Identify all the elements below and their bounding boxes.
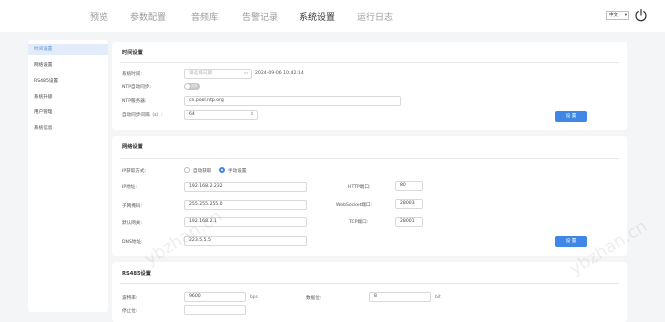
rs485-settings-panel: RS485设置 波特率: 9600 bps 数据位: 8 bit 停止位: [112,262,627,322]
ntp-server-input[interactable]: cn.pool.ntp.org [184,96,401,106]
baud-unit: bps [250,295,258,300]
subnet-mask-input[interactable]: 255.255.255.0 [184,200,307,210]
subnet-mask-label: 子网掩码: [122,204,142,209]
nav-preview[interactable]: 预览 [90,10,108,23]
stop-bits-label: 停止位: [122,309,138,314]
calendar-icon: ▭ [243,71,248,76]
time-save-button[interactable]: 设 置 [555,111,587,122]
data-bits-unit: bit [435,295,441,300]
http-port-input[interactable]: 80 [395,181,423,191]
sidebar-item-upgrade[interactable]: 系统升级 [28,92,108,103]
language-select[interactable]: 中文 ▾ [606,11,629,20]
ntp-auto-sync-toggle[interactable]: 关闭 [184,83,200,90]
sidebar-item-network[interactable]: 网络设置 [28,60,108,71]
network-settings-title: 网络设置 [122,144,143,150]
toggle-knob [185,84,190,89]
ip-address-input[interactable]: 192.168.2.232 [184,182,307,192]
ip-mode-label: IP获取方式: [122,169,147,174]
sidebar-item-rs485[interactable]: RS485设置 [28,76,108,87]
nav-system-settings[interactable]: 系统设置 [299,10,335,23]
manual-option-label: 手动设置 [228,169,247,174]
divider [120,283,619,284]
baud-rate-input[interactable]: 9600 [184,292,246,302]
auto-option-label: 自动获取 [193,169,212,174]
language-value: 中文 [609,13,618,18]
tcp-port-input[interactable]: 28001 [395,217,423,227]
top-navigation-bar: 预览 参数配置 音频库 告警记录 系统设置 运行日志 中文 ▾ [0,0,665,32]
ntp-auto-sync-label: NTP自动同步: [122,85,151,90]
dns-label: DNS地址: [122,240,143,245]
sidebar-item-time[interactable]: 时间设置 [28,44,108,55]
chevron-down-icon: ▾ [624,13,627,18]
nav-parameter-config[interactable]: 参数配置 [130,10,166,23]
nav-audio-library[interactable]: 音频库 [191,10,218,23]
websocket-port-label: WebSocket端口: [336,203,373,208]
gateway-label: 默认网关: [122,221,142,226]
baud-rate-label: 波特率: [122,296,138,301]
ntp-toggle-text: 关闭 [191,84,198,88]
time-settings-panel: 时间设置 系统时间: 请选择日期 ▭ 2024-09-06 10:42:14 N… [112,42,627,130]
auto-radio[interactable] [184,167,190,173]
ip-address-label: IP地址: [122,185,137,190]
network-save-button[interactable]: 设 置 [555,236,587,247]
rs485-settings-title: RS485设置 [122,271,151,277]
spinner-icon: ⇕ [250,112,254,117]
data-bits-input[interactable]: 8 [369,292,431,302]
sidebar-item-users[interactable]: 用户管理 [28,107,108,118]
sync-interval-value: 64 [189,112,195,117]
ntp-server-label: NTP服务器: [122,99,147,104]
http-port-label: HTTP端口: [348,185,371,190]
nav-run-log[interactable]: 运行日志 [357,10,393,23]
divider [120,158,619,159]
nav-alarm-records[interactable]: 告警记录 [242,10,278,23]
manual-radio[interactable] [219,167,225,173]
divider [120,62,619,63]
power-icon[interactable] [634,8,648,22]
time-settings-title: 时间设置 [122,50,143,56]
system-time-label: 系统时间: [122,72,142,77]
sync-interval-input[interactable]: 64 ⇕ [184,110,258,120]
stop-bits-input[interactable] [184,305,246,315]
date-picker-input[interactable]: 请选择日期 ▭ [184,69,252,79]
sync-interval-label: 自动同步间隔（s）: [122,113,163,118]
sidebar-item-system-info[interactable]: 系统信息 [28,123,108,134]
settings-sidebar: 时间设置 网络设置 RS485设置 系统升级 用户管理 系统信息 [28,40,108,312]
system-time-value: 2024-09-06 10:42:14 [255,71,304,76]
websocket-port-input[interactable]: 28003 [395,199,423,209]
data-bits-label: 数据位: [306,296,322,301]
tcp-port-label: TCP端口: [349,220,369,225]
date-placeholder: 请选择日期 [189,71,212,76]
